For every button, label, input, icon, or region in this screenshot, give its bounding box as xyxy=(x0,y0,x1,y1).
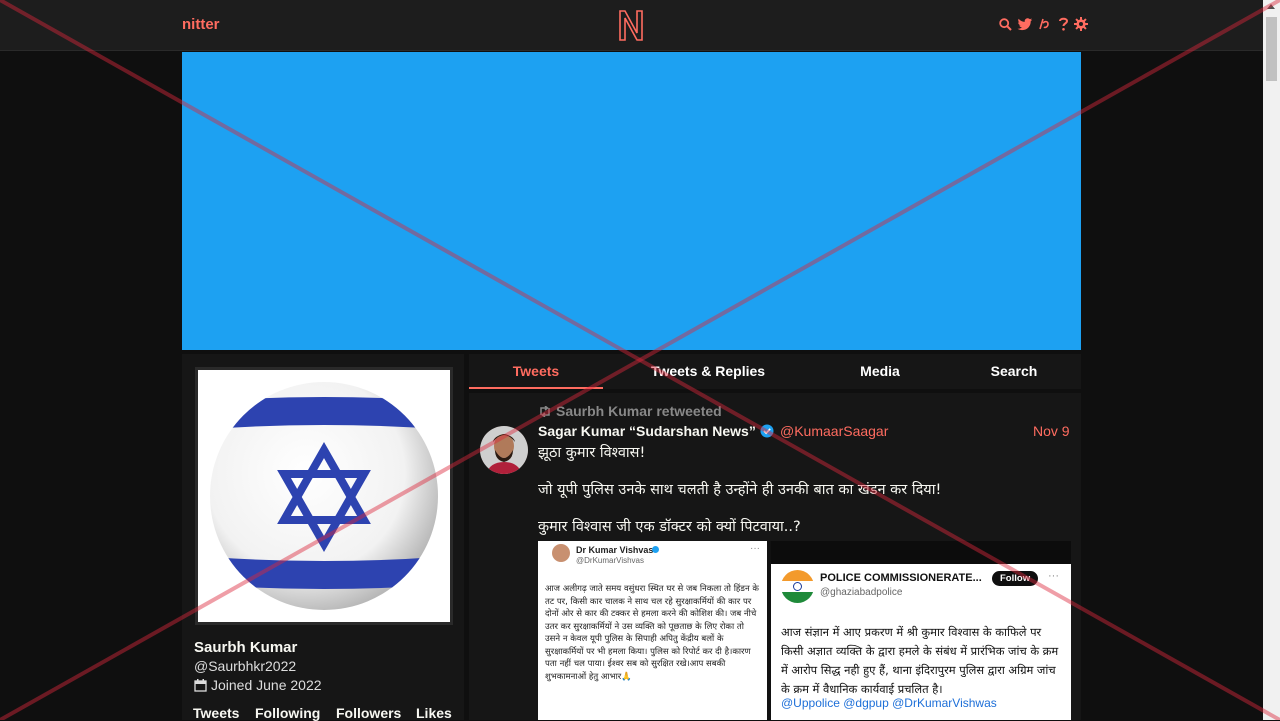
calendar-icon xyxy=(194,678,207,692)
stat-following[interactable]: Following xyxy=(255,705,336,721)
timeline-tabs: Tweets Tweets & Replies Media Search xyxy=(469,354,1081,389)
tab-media[interactable]: Media xyxy=(835,363,925,379)
tweet-media-gallery: Dr Kumar Vishvas @DrKumarVishvas ··· आज … xyxy=(538,541,1071,720)
profile-fullname[interactable]: Saurbh Kumar xyxy=(194,639,297,656)
follow-button: Follow xyxy=(992,571,1039,586)
nitter-logo-icon[interactable] xyxy=(617,8,645,42)
tweet-author-avatar[interactable] xyxy=(480,426,528,474)
more-icon: ··· xyxy=(750,543,760,554)
tweet-paragraph: जो यूपी पुलिस उनके साथ चलती है उन्होंने … xyxy=(538,482,942,498)
profile-username[interactable]: @Saurbhkr2022 xyxy=(194,658,296,674)
embed-name: POLICE COMMISSIONERATE... xyxy=(820,572,982,584)
stat-tweets[interactable]: Tweets xyxy=(193,705,255,721)
retweet-header-label: Saurbh Kumar retweeted xyxy=(556,403,722,419)
tweet-paragraph: झूठा कुमार विश्वास! xyxy=(538,445,646,461)
retweet-icon xyxy=(538,405,552,417)
stat-followers[interactable]: Followers xyxy=(336,705,416,721)
joindate-label: Joined June 2022 xyxy=(211,677,322,693)
scroll-up-arrow-icon[interactable] xyxy=(1267,4,1275,9)
india-flag-avatar xyxy=(781,570,814,603)
tweet-attachment-image[interactable]: Dr Kumar Vishvas @DrKumarVishvas ··· आज … xyxy=(538,541,767,720)
tweet-attachment-image[interactable]: POLICE COMMISSIONERATE... @ghaziabadpoli… xyxy=(771,564,1071,720)
profile-banner[interactable] xyxy=(182,52,1081,350)
stat-likes[interactable]: Likes xyxy=(416,705,452,721)
profile-avatar[interactable] xyxy=(195,367,453,625)
retweet-header: Saurbh Kumar retweeted xyxy=(538,403,722,419)
israel-flag-badge-image xyxy=(198,370,450,622)
active-tab-underline xyxy=(469,387,603,389)
verified-badge-icon xyxy=(760,424,774,438)
tweet-paragraph: कुमार विश्वास जी एक डॉक्टर को क्यों पिटव… xyxy=(538,519,801,535)
tweet-date[interactable]: Nov 9 xyxy=(1033,423,1070,439)
search-icon[interactable] xyxy=(998,16,1012,32)
embed-handle: @DrKumarVishvas xyxy=(576,556,644,565)
embed-handle: @ghaziabadpolice xyxy=(820,587,903,598)
brand-link[interactable]: nitter xyxy=(182,16,220,33)
rss-icon[interactable] xyxy=(1038,16,1052,32)
more-icon: ··· xyxy=(1048,570,1059,582)
nav-icons xyxy=(998,16,1088,32)
tab-search[interactable]: Search xyxy=(969,363,1059,379)
help-icon[interactable] xyxy=(1056,16,1070,32)
embed-text: आज संज्ञान में आए प्रकरण में श्री कुमार … xyxy=(781,625,1059,696)
embed-verified-icon xyxy=(652,546,659,553)
scrollbar[interactable] xyxy=(1263,0,1280,720)
tab-tweets-replies[interactable]: Tweets & Replies xyxy=(619,363,797,379)
tweet-author-handle[interactable]: @KumaarSaagar xyxy=(780,423,888,439)
profile-stats: Tweets Following Followers Likes xyxy=(193,705,452,721)
scroll-thumb[interactable] xyxy=(1266,17,1277,81)
tweet-author-name[interactable]: Sagar Kumar “Sudarshan News” xyxy=(538,423,756,439)
embed-mentions: @Uppolice @dgpup @DrKumarVishwas xyxy=(781,696,997,710)
tweet-content: झूठा कुमार विश्वास! जो यूपी पुलिस उनके स… xyxy=(538,444,1068,555)
embed-text: आज अलीगढ़ जाते समय वसुंधरा स्थित घर से ज… xyxy=(545,584,759,682)
embed-name: Dr Kumar Vishvas xyxy=(576,545,654,555)
navbar: nitter xyxy=(0,0,1280,51)
embed-avatar xyxy=(552,544,570,562)
profile-joindate: Joined June 2022 xyxy=(194,677,322,693)
tweet-author-fullname[interactable]: Sagar Kumar “Sudarshan News” xyxy=(538,423,774,439)
tab-tweets[interactable]: Tweets xyxy=(469,363,603,379)
gear-icon[interactable] xyxy=(1074,16,1088,32)
twitter-icon[interactable] xyxy=(1016,16,1034,32)
